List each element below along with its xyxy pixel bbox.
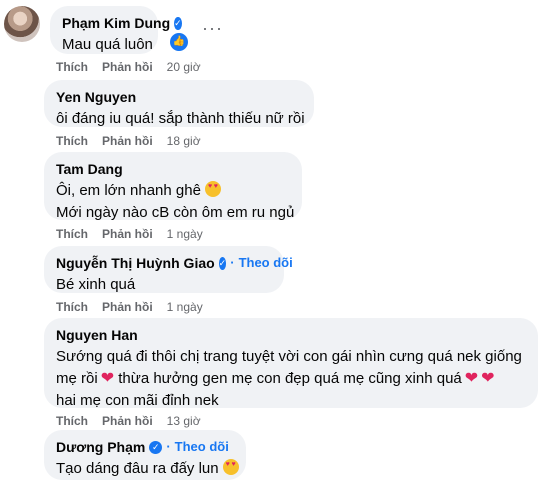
- comment-text: ôi đáng iu quá! sắp thành thiếu nữ rồi: [56, 110, 305, 127]
- comment-actions: Thích Phản hồi 1 ngày: [56, 300, 203, 314]
- comment-2: Yen Nguyen ôi đáng iu quá! sắp thành thi…: [0, 80, 553, 150]
- reply-button[interactable]: Phản hồi: [102, 300, 153, 314]
- follow-button[interactable]: Theo dõi: [239, 254, 293, 272]
- comment-actions: Thích Phản hồi 18 giờ: [56, 134, 201, 148]
- author-name[interactable]: Yen Nguyen: [56, 88, 136, 106]
- verified-badge-icon: ✓: [149, 440, 163, 454]
- reply-button[interactable]: Phản hồi: [102, 227, 153, 241]
- avatar[interactable]: [4, 6, 40, 42]
- comment-bubble: Phạm Kim Dung ✓ Mau quá luôn: [50, 6, 182, 54]
- red-heart-emoji-icon: ❤: [464, 370, 479, 387]
- comment-text: Tạo dáng đâu ra đấy lun: [56, 458, 239, 480]
- timestamp[interactable]: 13 giờ: [167, 414, 201, 428]
- verified-badge-icon: ✓: [218, 256, 227, 270]
- comment-bubble: Yen Nguyen ôi đáng iu quá! sắp thành thi…: [44, 80, 314, 127]
- verified-badge-icon: ✓: [174, 16, 182, 30]
- comment-5: Nguyen Han Sướng quá đi thôi chị trang t…: [0, 318, 553, 428]
- like-button[interactable]: Thích: [56, 134, 88, 148]
- like-button[interactable]: Thích: [56, 227, 88, 241]
- timestamp[interactable]: 18 giờ: [167, 134, 201, 148]
- comment-bubble: Dương Phạm ✓ · Theo dõi Tạo dáng đâu ra …: [44, 430, 246, 480]
- comment-actions: Thích Phản hồi 1 ngày: [56, 227, 203, 241]
- comment-1: Phạm Kim Dung ✓ Mau quá luôn 👍 ··· Thích…: [0, 0, 553, 78]
- author-name[interactable]: Phạm Kim Dung: [62, 14, 170, 32]
- reply-button[interactable]: Phản hồi: [102, 60, 153, 74]
- comment-6: Dương Phạm ✓ · Theo dõi Tạo dáng đâu ra …: [0, 430, 553, 482]
- comment-bubble: Nguyễn Thị Huỳnh Giao ✓ · Theo dõi Bé xi…: [44, 246, 293, 293]
- comment-bubble: Nguyen Han Sướng quá đi thôi chị trang t…: [44, 318, 538, 409]
- comment-text-line: Mới ngày nào cB còn ôm em ru ngủ: [56, 204, 295, 221]
- comment-3: Tam Dang Ôi, em lớn nhanh ghê Mới ngày n…: [0, 152, 553, 242]
- separator-dot: ·: [166, 439, 171, 454]
- red-heart-emoji-icon: ❤: [100, 370, 115, 387]
- comment-actions: Thích Phản hồi 13 giờ: [56, 414, 201, 428]
- comment-actions: Thích Phản hồi 20 giờ: [56, 60, 201, 74]
- timestamp[interactable]: 1 ngày: [167, 227, 203, 241]
- timestamp[interactable]: 20 giờ: [167, 60, 201, 74]
- comment-text: Mau quá luôn: [62, 36, 153, 53]
- comment-bubble: Tam Dang Ôi, em lớn nhanh ghê Mới ngày n…: [44, 152, 302, 221]
- comment-4: Nguyễn Thị Huỳnh Giao ✓ · Theo dõi Bé xi…: [0, 246, 553, 314]
- separator-dot: ·: [230, 255, 235, 270]
- like-button[interactable]: Thích: [56, 300, 88, 314]
- comment-text: mẹ rồi ❤ thừa hưởng gen mẹ con đẹp quá mẹ…: [56, 370, 495, 387]
- reply-button[interactable]: Phản hồi: [102, 134, 153, 148]
- comment-text-line: Sướng quá đi thôi chị trang tuyệt vời co…: [56, 348, 522, 365]
- like-button[interactable]: Thích: [56, 60, 88, 74]
- more-options-icon[interactable]: ···: [202, 18, 223, 39]
- heart-eyes-emoji-icon: [204, 181, 221, 197]
- comment-text-line: hai mẹ con mãi đỉnh nek: [56, 392, 219, 409]
- follow-button[interactable]: Theo dõi: [175, 438, 229, 456]
- comment-text: Ôi, em lớn nhanh ghê: [56, 180, 290, 202]
- author-name[interactable]: Nguyễn Thị Huỳnh Giao: [56, 254, 215, 272]
- timestamp[interactable]: 1 ngày: [167, 300, 203, 314]
- reply-button[interactable]: Phản hồi: [102, 414, 153, 428]
- heart-eyes-emoji-icon: [222, 459, 239, 475]
- author-name[interactable]: Dương Phạm: [56, 438, 145, 456]
- like-button[interactable]: Thích: [56, 414, 88, 428]
- red-heart-emoji-icon: ❤: [481, 370, 495, 387]
- author-name[interactable]: Tam Dang: [56, 160, 123, 178]
- like-reaction-icon[interactable]: 👍: [168, 31, 190, 53]
- comment-text: Bé xinh quá: [56, 276, 136, 293]
- author-name[interactable]: Nguyen Han: [56, 326, 138, 344]
